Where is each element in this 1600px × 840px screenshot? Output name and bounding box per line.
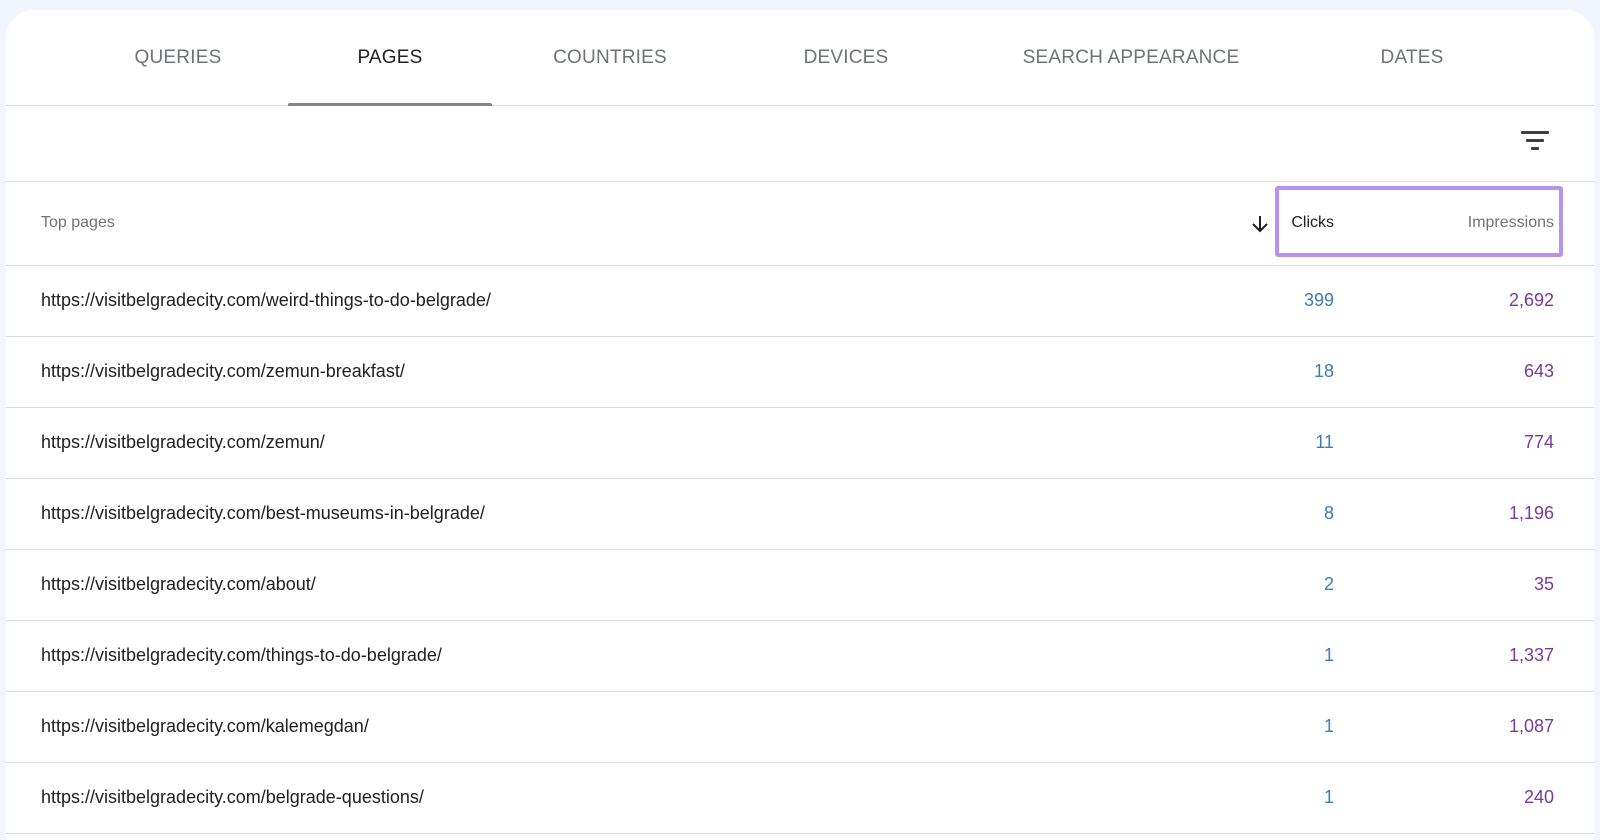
tab-dates-label: DATES: [1380, 46, 1444, 68]
clicks-value: 8: [1323, 503, 1334, 523]
impressions-value: 1,087: [1508, 716, 1554, 736]
clicks-value: 1: [1323, 645, 1334, 665]
table-row[interactable]: https://visitbelgradecity.com/belgrade-q…: [6, 763, 1594, 834]
impressions-value: 240: [1523, 787, 1554, 807]
filter-icon[interactable]: [1521, 129, 1551, 153]
clicks-value: 399: [1303, 290, 1334, 310]
impressions-value: 2,692: [1508, 290, 1554, 310]
arrow-down-icon[interactable]: [1250, 213, 1270, 235]
table-row[interactable]: https://visitbelgradecity.com/best-museu…: [6, 479, 1594, 550]
page-url[interactable]: https://visitbelgradecity.com/weird-thin…: [41, 290, 491, 311]
tab-countries-label: COUNTRIES: [553, 46, 667, 68]
impressions-value: 1,196: [1508, 503, 1554, 523]
clicks-value: 11: [1315, 432, 1334, 452]
page-url[interactable]: https://visitbelgradecity.com/zemun-brea…: [41, 361, 405, 382]
impressions-value: 643: [1523, 361, 1554, 381]
top-pages-header: Top pages: [41, 214, 115, 231]
page-url[interactable]: https://visitbelgradecity.com/kalemegdan…: [41, 716, 369, 737]
page-url[interactable]: https://visitbelgradecity.com/about/: [41, 574, 316, 595]
clicks-value: 2: [1323, 574, 1334, 594]
tab-dates[interactable]: DATES: [1342, 10, 1482, 105]
page-url[interactable]: https://visitbelgradecity.com/belgrade-q…: [41, 787, 424, 808]
table-row[interactable]: https://visitbelgradecity.com/things-to-…: [6, 621, 1594, 692]
page-url[interactable]: https://visitbelgradecity.com/zemun/: [41, 432, 325, 453]
clicks-value: 18: [1313, 361, 1334, 381]
tab-queries[interactable]: QUERIES: [88, 10, 268, 105]
tab-search-appearance[interactable]: SEARCH APPEARANCE: [996, 10, 1266, 105]
table-header: Top pages Clicks Impressions: [6, 182, 1594, 266]
clicks-value: 1: [1323, 787, 1334, 807]
page-url[interactable]: https://visitbelgradecity.com/things-to-…: [41, 645, 442, 666]
tab-countries[interactable]: COUNTRIES: [520, 10, 700, 105]
tab-queries-label: QUERIES: [134, 46, 222, 68]
dimension-tabs: QUERIES PAGES COUNTRIES DEVICES SEARCH A…: [6, 10, 1594, 106]
table-row[interactable]: https://visitbelgradecity.com/weird-thin…: [6, 266, 1594, 337]
metrics-highlight-box: [1275, 186, 1563, 257]
clicks-value: 1: [1323, 716, 1334, 736]
tab-devices[interactable]: DEVICES: [756, 10, 936, 105]
tab-search-appearance-label: SEARCH APPEARANCE: [1022, 46, 1240, 68]
tab-pages-label: PAGES: [357, 46, 423, 68]
table-row[interactable]: https://visitbelgradecity.com/kalemegdan…: [6, 692, 1594, 763]
impressions-value: 774: [1523, 432, 1554, 452]
impressions-value: 35: [1533, 574, 1554, 594]
table-toolbar: [6, 106, 1594, 182]
page-url[interactable]: https://visitbelgradecity.com/best-museu…: [41, 503, 485, 524]
tab-devices-label: DEVICES: [803, 46, 889, 68]
table-row[interactable]: https://visitbelgradecity.com/zemun/ 11 …: [6, 408, 1594, 479]
table-row[interactable]: https://visitbelgradecity.com/zemun-brea…: [6, 337, 1594, 408]
performance-card: QUERIES PAGES COUNTRIES DEVICES SEARCH A…: [6, 10, 1594, 840]
pages-table-body: https://visitbelgradecity.com/weird-thin…: [6, 266, 1594, 834]
tab-pages[interactable]: PAGES: [288, 10, 492, 106]
table-row[interactable]: https://visitbelgradecity.com/about/ 2 3…: [6, 550, 1594, 621]
impressions-value: 1,337: [1508, 645, 1554, 665]
